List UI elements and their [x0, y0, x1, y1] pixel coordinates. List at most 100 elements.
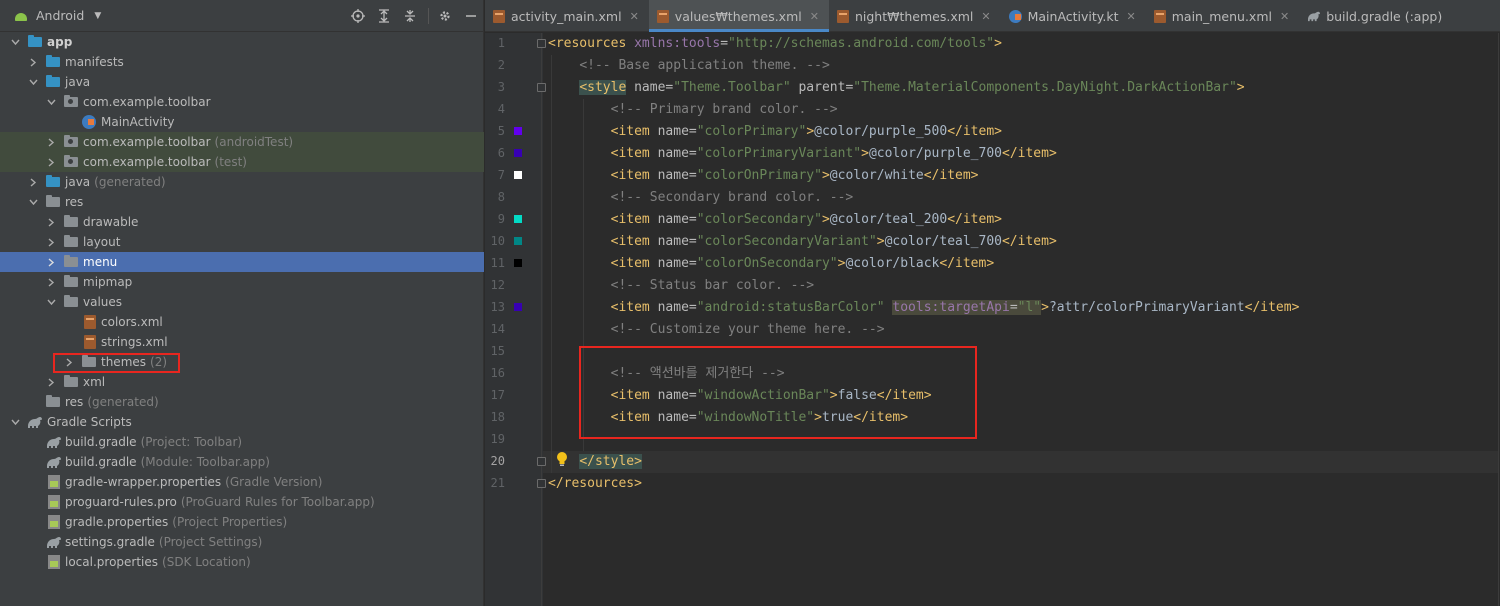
minimize-icon[interactable]	[463, 8, 479, 24]
tab-build-gradle-app[interactable]: build.gradle (:app)	[1299, 0, 1452, 32]
tree-item-gradle-properties[interactable]: gradle.properties (Project Properties)	[0, 512, 484, 532]
tree-item-drawable[interactable]: drawable	[0, 212, 484, 232]
line-number: 4	[497, 102, 505, 116]
tab-main-menu-xml[interactable]: main_menu.xml ✕	[1146, 0, 1299, 32]
chevron-right-icon[interactable]	[46, 372, 56, 392]
color-swatch-icon[interactable]	[514, 303, 522, 311]
chevron-right-icon[interactable]	[46, 252, 56, 272]
collapse-all-icon[interactable]	[402, 8, 418, 24]
gradle-icon	[1307, 10, 1321, 23]
package-icon	[64, 135, 78, 147]
code-line-7: <item name="colorOnPrimary">@color/white…	[610, 168, 979, 183]
close-icon[interactable]: ✕	[630, 10, 639, 23]
tab-label: values₩themes.xml	[674, 8, 802, 24]
line-number: 10	[490, 234, 505, 248]
chevron-right-icon[interactable]	[46, 132, 56, 152]
chevron-down-icon[interactable]: ▼	[94, 11, 101, 21]
tab-values-themes-xml[interactable]: values₩themes.xml ✕	[648, 0, 830, 32]
tab-label: night₩themes.xml	[854, 8, 974, 24]
tree-item-label: com.example.toolbar (test)	[83, 155, 247, 169]
tree-item-package-androidtest[interactable]: com.example.toolbar (androidTest)	[0, 132, 484, 152]
tree-item-res-generated[interactable]: res (generated)	[0, 392, 484, 412]
color-swatch-icon[interactable]	[514, 237, 522, 245]
tab-label: activity_main.xml	[511, 8, 622, 24]
close-icon[interactable]: ✕	[810, 10, 819, 23]
tree-item-label: gradle-wrapper.properties (Gradle Version…	[65, 475, 323, 489]
color-swatch-icon[interactable]	[514, 171, 522, 179]
fold-marker-icon[interactable]	[537, 39, 546, 48]
tree-item-package[interactable]: com.example.toolbar	[0, 92, 484, 112]
resource-folder-icon	[46, 395, 60, 407]
tree-item-package-test[interactable]: com.example.toolbar (test)	[0, 152, 484, 172]
tree-item-label: mipmap	[83, 275, 133, 289]
fold-marker-icon[interactable]	[537, 83, 546, 92]
chevron-right-icon[interactable]	[46, 232, 56, 252]
tab-activity-main-xml[interactable]: activity_main.xml ✕	[485, 0, 649, 32]
color-swatch-icon[interactable]	[514, 259, 522, 267]
chevron-down-icon[interactable]	[46, 292, 56, 312]
right-margin-guide	[1498, 33, 1499, 606]
lightbulb-icon[interactable]	[556, 451, 570, 469]
chevron-down-icon[interactable]	[28, 72, 38, 92]
line-number: 9	[497, 212, 505, 226]
fold-marker-icon[interactable]	[537, 457, 546, 466]
close-icon[interactable]: ✕	[1280, 10, 1289, 23]
tree-item-layout[interactable]: layout	[0, 232, 484, 252]
tree-item-res[interactable]: res	[0, 192, 484, 212]
tree-item-xml[interactable]: xml	[0, 372, 484, 392]
tree-item-build-gradle-module[interactable]: build.gradle (Module: Toolbar.app)	[0, 452, 484, 472]
kotlin-class-icon	[1008, 9, 1022, 23]
tree-item-values[interactable]: values	[0, 292, 484, 312]
color-swatch-icon[interactable]	[514, 127, 522, 135]
close-icon[interactable]: ✕	[981, 10, 990, 23]
tree-item-java[interactable]: java	[0, 72, 484, 92]
project-panel-header: Android ▼	[0, 0, 483, 32]
color-swatch-icon[interactable]	[514, 149, 522, 157]
project-view-selector[interactable]: Android	[36, 8, 84, 23]
folder-icon	[64, 215, 78, 227]
code-line-3: <style name="Theme.Toolbar" parent="Them…	[579, 80, 1245, 95]
tree-item-gradle-wrapper[interactable]: gradle-wrapper.properties (Gradle Version…	[0, 472, 484, 492]
tree-item-menu[interactable]: menu	[0, 252, 484, 272]
chevron-right-icon[interactable]	[46, 212, 56, 232]
tree-item-mipmap[interactable]: mipmap	[0, 272, 484, 292]
resource-folder-icon	[46, 195, 60, 207]
tree-item-build-gradle-project[interactable]: build.gradle (Project: Toolbar)	[0, 432, 484, 452]
tree-item-settings-gradle[interactable]: settings.gradle (Project Settings)	[0, 532, 484, 552]
tree-item-label: xml	[83, 375, 106, 389]
line-number: 20	[490, 454, 505, 468]
tree-item-proguard[interactable]: proguard-rules.pro (ProGuard Rules for To…	[0, 492, 484, 512]
chevron-down-icon[interactable]	[28, 192, 38, 212]
locate-icon[interactable]	[350, 8, 366, 24]
tree-item-label: menu	[83, 255, 118, 269]
xml-file-icon	[84, 335, 96, 349]
color-swatch-icon[interactable]	[514, 215, 522, 223]
fold-marker-icon[interactable]	[537, 479, 546, 488]
tree-item-colors-xml[interactable]: colors.xml	[0, 312, 484, 332]
line-number: 15	[490, 344, 505, 358]
tree-item-strings-xml[interactable]: strings.xml	[0, 332, 484, 352]
chevron-right-icon[interactable]	[28, 172, 38, 192]
chevron-down-icon[interactable]	[46, 92, 56, 112]
tab-night-themes-xml[interactable]: night₩themes.xml ✕	[829, 0, 1001, 32]
chevron-down-icon[interactable]	[10, 32, 20, 52]
editor-tab-bar: activity_main.xml ✕ values₩themes.xml ✕ …	[485, 0, 1500, 32]
chevron-right-icon[interactable]	[46, 272, 56, 292]
tree-item-mainactivity[interactable]: MainActivity	[0, 112, 484, 132]
chevron-right-icon[interactable]	[28, 52, 38, 72]
tree-item-manifests[interactable]: manifests	[0, 52, 484, 72]
gear-icon[interactable]	[437, 8, 453, 24]
highlight-box-themes	[53, 353, 180, 373]
tree-item-gradle-scripts[interactable]: Gradle Scripts	[0, 412, 484, 432]
expand-all-icon[interactable]	[376, 8, 392, 24]
folder-icon	[46, 75, 60, 87]
code-editor[interactable]: 1 2 3 4 5 6 7 8 9 10 11 12 13 14 15 16 1…	[485, 33, 1500, 606]
chevron-right-icon[interactable]	[46, 152, 56, 172]
close-icon[interactable]: ✕	[1127, 10, 1136, 23]
tab-mainactivity-kt[interactable]: MainActivity.kt ✕	[1001, 0, 1146, 32]
tree-item-app[interactable]: app	[0, 32, 484, 52]
tree-item-local-properties[interactable]: local.properties (SDK Location)	[0, 552, 484, 572]
tree-item-java-generated[interactable]: java (generated)	[0, 172, 484, 192]
tree-item-label: com.example.toolbar	[83, 95, 211, 109]
chevron-down-icon[interactable]	[10, 412, 20, 432]
